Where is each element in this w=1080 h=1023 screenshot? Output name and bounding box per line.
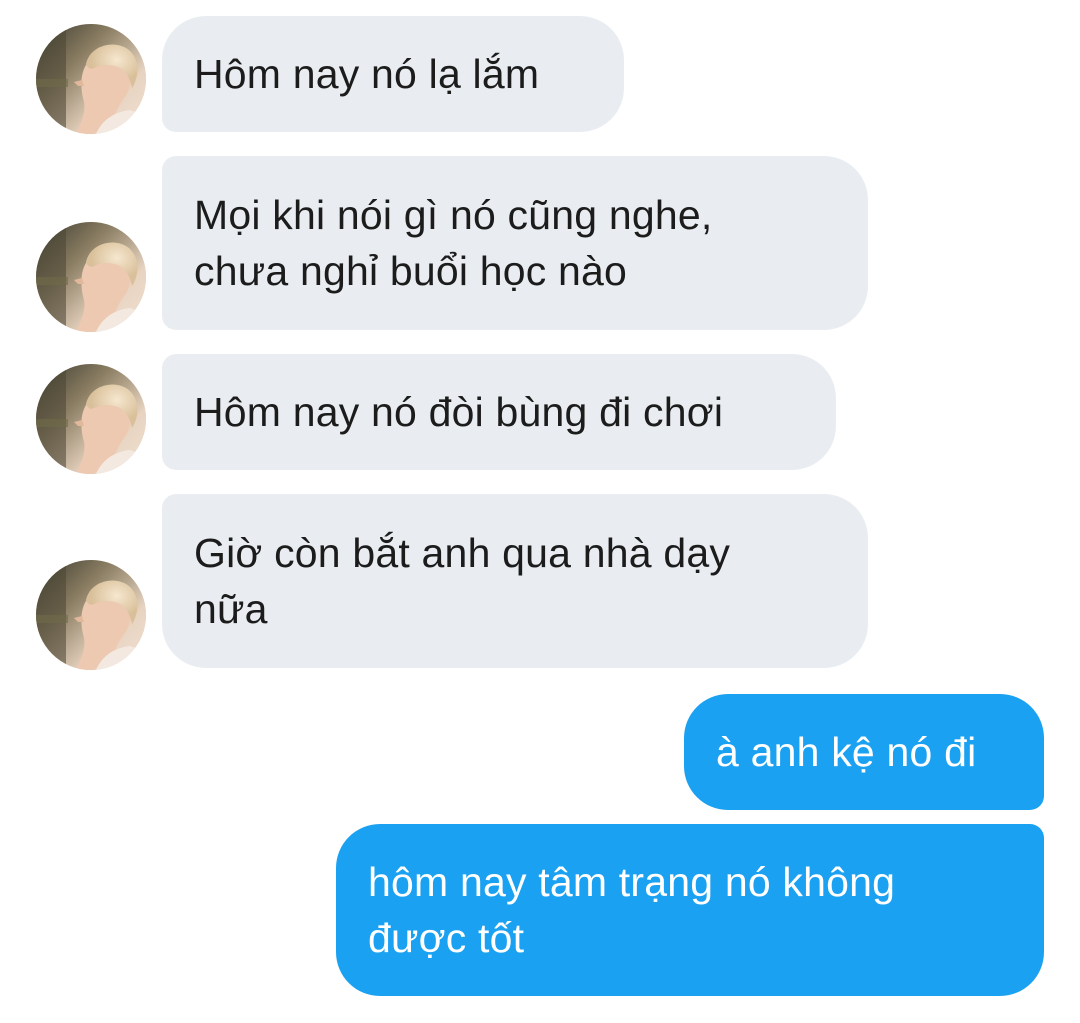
message-text: hôm nay tâm trạng nó không được tốt	[368, 859, 896, 961]
incoming-message-bubble[interactable]: Hôm nay nó đòi bùng đi chơi	[162, 354, 836, 470]
avatar-photo	[36, 364, 146, 474]
avatar[interactable]	[36, 222, 146, 332]
message-text: Hôm nay nó lạ lắm	[194, 51, 540, 97]
avatar[interactable]	[36, 24, 146, 134]
incoming-message-bubble[interactable]: Giờ còn bắt anh qua nhà dạy nữa	[162, 494, 868, 668]
avatar-photo	[36, 24, 146, 134]
incoming-message-bubble[interactable]: Mọi khi nói gì nó cũng nghe, chưa nghỉ b…	[162, 156, 868, 330]
message-text: à anh kệ nó đi	[716, 729, 977, 775]
message-text: Mọi khi nói gì nó cũng nghe, chưa nghỉ b…	[194, 192, 713, 294]
message-text: Hôm nay nó đòi bùng đi chơi	[194, 389, 724, 435]
avatar[interactable]	[36, 560, 146, 670]
avatar-photo	[36, 560, 146, 670]
avatar[interactable]	[36, 364, 146, 474]
message-text: Giờ còn bắt anh qua nhà dạy nữa	[194, 530, 731, 632]
incoming-message-bubble[interactable]: Hôm nay nó lạ lắm	[162, 16, 624, 132]
avatar-photo	[36, 222, 146, 332]
outgoing-message-bubble[interactable]: à anh kệ nó đi	[684, 694, 1044, 810]
outgoing-message-bubble[interactable]: hôm nay tâm trạng nó không được tốt	[336, 824, 1044, 996]
